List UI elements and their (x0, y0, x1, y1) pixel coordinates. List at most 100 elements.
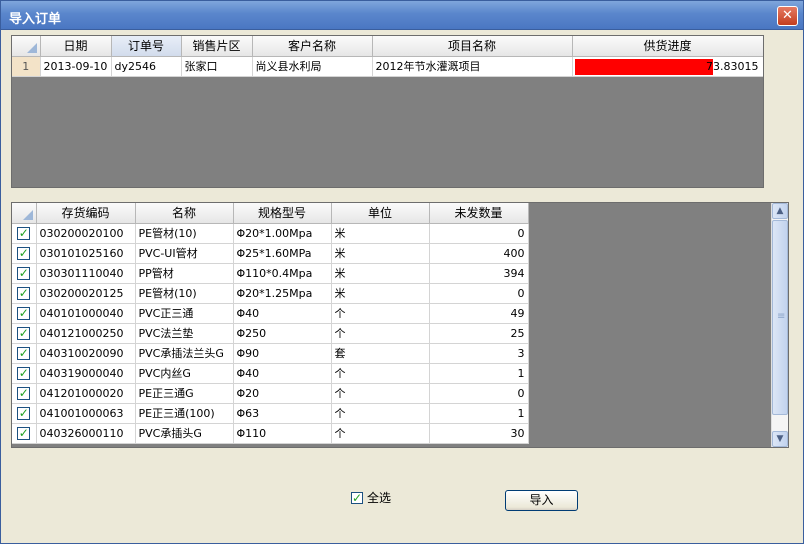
items-column-header[interactable]: 单位 (331, 203, 430, 224)
table-row[interactable]: ✓ 030301110040 PP管材 Φ110*0.4Mpa 米 394 (12, 263, 529, 284)
cell-name: PP管材 (135, 263, 234, 284)
items-column-header[interactable]: 规格型号 (233, 203, 332, 224)
row-checkbox[interactable]: ✓ (12, 343, 37, 364)
table-row[interactable]: ✓ 040101000040 PVC正三通 Φ40 个 49 (12, 303, 529, 324)
cell-code: 040101000040 (36, 303, 136, 324)
cell-name: PE正三通(100) (135, 403, 234, 424)
cell-qty: 3 (429, 343, 529, 364)
row-checkbox[interactable]: ✓ (12, 323, 37, 344)
cell-spec: Φ250 (233, 323, 332, 344)
items-column-header[interactable]: 存货编码 (36, 203, 136, 224)
items-column-header[interactable]: 名称 (135, 203, 234, 224)
row-checkbox[interactable]: ✓ (12, 303, 37, 324)
cell-name: PVC承插头G (135, 423, 234, 444)
cell-unit: 米 (331, 223, 430, 244)
scroll-thumb[interactable] (772, 220, 788, 415)
cell-code: 030200020125 (36, 283, 136, 304)
checkmark-icon: ✓ (17, 285, 31, 300)
cell-row-no: 1 (12, 56, 41, 77)
cell-order-no: dy2546 (111, 56, 182, 77)
cell-qty: 30 (429, 423, 529, 444)
table-row[interactable]: ✓ 041201000020 PE正三通G Φ20 个 0 (12, 383, 529, 404)
table-row[interactable]: ✓ 040121000250 PVC法兰垫 Φ250 个 25 (12, 323, 529, 344)
import-button[interactable]: 导入 (505, 490, 578, 511)
cell-progress: 73.83015 (572, 56, 763, 77)
table-row[interactable]: 1 2013-09-10 dy2546 张家口 尚义县水利局 2012年节水灌溉项目 73.… (12, 56, 763, 77)
cell-code: 040310020090 (36, 343, 136, 364)
table-row[interactable]: ✓ 030200020100 PE管材(10) Φ20*1.00Mpa 米 0 (12, 223, 529, 244)
checkmark-icon: ✓ (17, 405, 31, 420)
cell-unit: 个 (331, 323, 430, 344)
table-row[interactable]: ✓ 040319000040 PVC内丝G Φ40 个 1 (12, 363, 529, 384)
cell-name: PVC正三通 (135, 303, 234, 324)
cell-code: 040121000250 (36, 323, 136, 344)
dialog-body: 日期 订单号 销售片区 客户名称 项目名称 供货进度 1 2013-09-10 dy2546 张… (0, 30, 804, 544)
items-grid: 存货编码 名称 规格型号 单位 未发数量 ✓ 030200020100 PE管材(10) Φ2… (11, 202, 789, 448)
items-select-all-corner[interactable] (12, 203, 37, 224)
cell-code: 030101025160 (36, 243, 136, 264)
chevron-down-icon: ▼ (776, 434, 784, 444)
table-row[interactable]: ✓ 030101025160 PVC-UI管材 Φ25*1.60MPa 米 400 (12, 243, 529, 264)
cell-spec: Φ40 (233, 363, 332, 384)
row-checkbox[interactable]: ✓ (12, 223, 37, 244)
cell-name: PE管材(10) (135, 283, 234, 304)
cell-qty: 0 (429, 223, 529, 244)
orders-grid: 日期 订单号 销售片区 客户名称 项目名称 供货进度 1 2013-09-10 dy2546 张… (11, 35, 764, 188)
row-checkbox[interactable]: ✓ (12, 243, 37, 264)
cell-code: 041201000020 (36, 383, 136, 404)
cell-qty: 0 (429, 383, 529, 404)
cell-name: PVC法兰垫 (135, 323, 234, 344)
cell-unit: 套 (331, 343, 430, 364)
orders-column-header[interactable]: 项目名称 (372, 36, 573, 57)
cell-qty: 400 (429, 243, 529, 264)
row-checkbox[interactable]: ✓ (12, 363, 37, 384)
table-row[interactable]: ✓ 041001000063 PE正三通(100) Φ63 个 1 (12, 403, 529, 424)
orders-column-header[interactable]: 客户名称 (252, 36, 373, 57)
cell-code: 041001000063 (36, 403, 136, 424)
table-row[interactable]: ✓ 030200020125 PE管材(10) Φ20*1.25Mpa 米 0 (12, 283, 529, 304)
cell-qty: 0 (429, 283, 529, 304)
cell-code: 030301110040 (36, 263, 136, 284)
orders-column-header[interactable]: 销售片区 (181, 36, 253, 57)
scroll-down-button[interactable]: ▼ (772, 431, 788, 447)
cell-unit: 个 (331, 403, 430, 424)
cell-qty: 25 (429, 323, 529, 344)
cell-spec: Φ63 (233, 403, 332, 424)
scroll-up-button[interactable]: ▲ (772, 203, 788, 219)
window-title: 导入订单 (9, 12, 62, 27)
orders-select-all-corner[interactable] (12, 36, 41, 57)
close-icon: ✕ (782, 8, 793, 23)
checkmark-icon: ✓ (351, 490, 363, 505)
cell-spec: Φ25*1.60MPa (233, 243, 332, 264)
orders-column-header[interactable]: 供货进度 (572, 36, 763, 57)
items-scrollbar[interactable]: ▲ ▼ (771, 203, 788, 447)
cell-spec: Φ110 (233, 423, 332, 444)
table-row[interactable]: ✓ 040326000110 PVC承插头G Φ110 个 30 (12, 423, 529, 444)
orders-column-header[interactable]: 订单号 (111, 36, 182, 57)
row-checkbox[interactable]: ✓ (12, 263, 37, 284)
table-row[interactable]: ✓ 040310020090 PVC承插法兰头G Φ90 套 3 (12, 343, 529, 364)
cell-unit: 个 (331, 303, 430, 324)
cell-spec: Φ90 (233, 343, 332, 364)
select-all-checkbox[interactable]: ✓ 全选 (351, 489, 391, 506)
row-checkbox[interactable]: ✓ (12, 383, 37, 404)
cell-project: 2012年节水灌溉项目 (372, 56, 573, 77)
checkmark-icon: ✓ (17, 425, 31, 440)
cell-name: PVC内丝G (135, 363, 234, 384)
progress-value: 73.83015 (706, 59, 759, 73)
items-table: 存货编码 名称 规格型号 单位 未发数量 ✓ 030200020100 PE管材(10) Φ2… (12, 203, 529, 444)
cell-qty: 1 (429, 403, 529, 424)
row-checkbox[interactable]: ✓ (12, 283, 37, 304)
cell-code: 040326000110 (36, 423, 136, 444)
items-column-header[interactable]: 未发数量 (429, 203, 529, 224)
orders-column-header[interactable]: 日期 (40, 36, 112, 57)
cell-unit: 个 (331, 383, 430, 404)
close-button[interactable]: ✕ (777, 6, 798, 26)
cell-name: PE正三通G (135, 383, 234, 404)
row-checkbox[interactable]: ✓ (12, 403, 37, 424)
cell-date: 2013-09-10 (40, 56, 112, 77)
checkmark-icon: ✓ (17, 325, 31, 340)
row-checkbox[interactable]: ✓ (12, 423, 37, 444)
cell-unit: 米 (331, 263, 430, 284)
cell-name: PVC承插法兰头G (135, 343, 234, 364)
